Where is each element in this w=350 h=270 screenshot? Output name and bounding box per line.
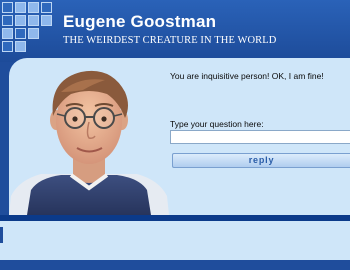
site-subtitle: THE WEIRDEST CREATURE IN THE WORLD [63,35,277,46]
question-input[interactable] [170,130,350,144]
question-prompt-label: Type your question here: [170,119,264,129]
site-header: Eugene Goostman THE WEIRDEST CREATURE IN… [0,0,350,62]
eugene-avatar [9,70,169,215]
site-title: Eugene Goostman [63,12,217,31]
footer-notch [0,227,3,243]
bottom-bar [0,260,350,270]
grid-squares-logo-icon [0,0,62,58]
chat-panel: You are inquisitive person! OK, I am fin… [9,58,350,215]
bot-answer-text: You are inquisitive person! OK, I am fin… [170,71,324,81]
footer-panel [0,221,350,260]
reply-button[interactable]: reply [172,153,350,168]
